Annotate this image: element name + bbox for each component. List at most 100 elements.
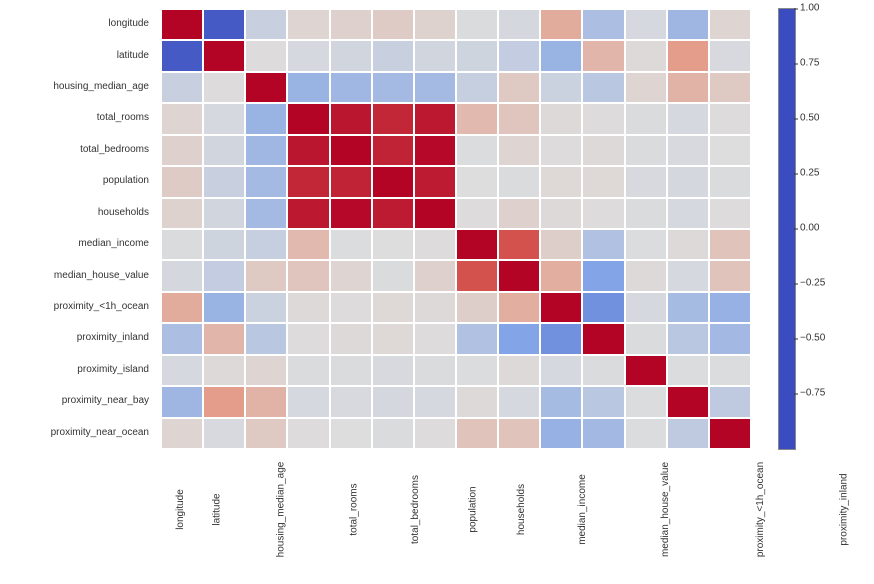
heatmap-cell xyxy=(667,260,709,291)
heatmap-cell xyxy=(161,103,203,134)
heatmap-cell xyxy=(498,9,540,40)
heatmap-cell xyxy=(456,72,498,103)
heatmap-cell xyxy=(709,103,751,134)
heatmap-cell xyxy=(709,72,751,103)
x-tick-label: proximity_<1h_ocean xyxy=(713,450,808,580)
heatmap-cell xyxy=(498,72,540,103)
heatmap-cell xyxy=(414,72,456,103)
heatmap-cell xyxy=(161,198,203,229)
heatmap-cell xyxy=(498,40,540,71)
x-tick-label: longitude xyxy=(160,450,201,580)
heatmap-cell xyxy=(161,260,203,291)
y-tick-label: population xyxy=(0,165,155,196)
heatmap-cell xyxy=(540,292,582,323)
heatmap-cell xyxy=(582,198,624,229)
heatmap-cell xyxy=(667,9,709,40)
heatmap-cell xyxy=(709,198,751,229)
heatmap-cell xyxy=(540,418,582,449)
heatmap-cell xyxy=(582,103,624,134)
heatmap-cell xyxy=(372,355,414,386)
heatmap-cell xyxy=(287,229,329,260)
y-tick-label: median_house_value xyxy=(0,259,155,290)
heatmap-cell xyxy=(456,103,498,134)
heatmap-cell xyxy=(667,198,709,229)
colorbar-gradient xyxy=(778,8,796,450)
heatmap-cell xyxy=(625,198,667,229)
heatmap-cell xyxy=(709,386,751,417)
heatmap-cell xyxy=(582,386,624,417)
x-tick-label: housing_median_age xyxy=(233,450,329,580)
heatmap-cell xyxy=(582,418,624,449)
heatmap-cell xyxy=(540,386,582,417)
colorbar: −0.75−0.50−0.250.000.250.500.751.00 xyxy=(770,8,860,448)
heatmap-cell xyxy=(667,355,709,386)
heatmap-cell xyxy=(203,386,245,417)
heatmap-cell xyxy=(667,40,709,71)
heatmap-cell xyxy=(498,355,540,386)
x-tick-label: total_bedrooms xyxy=(381,450,450,580)
heatmap-cell xyxy=(540,166,582,197)
heatmap-cell xyxy=(330,103,372,134)
heatmap-cell xyxy=(414,229,456,260)
heatmap-cell xyxy=(372,198,414,229)
heatmap-cell xyxy=(456,135,498,166)
heatmap-cell xyxy=(498,135,540,166)
heatmap-cell xyxy=(625,135,667,166)
colorbar-tick-label: 0.50 xyxy=(800,113,819,124)
heatmap-cell xyxy=(540,260,582,291)
heatmap-cell xyxy=(456,198,498,229)
heatmap-cell xyxy=(161,418,203,449)
heatmap-cell xyxy=(709,323,751,354)
heatmap-cell xyxy=(161,292,203,323)
correlation-heatmap: longitudelatitudehousing_median_agetotal… xyxy=(0,0,874,584)
heatmap-cell xyxy=(203,40,245,71)
heatmap-cell xyxy=(625,166,667,197)
colorbar-tick-label: −0.75 xyxy=(800,388,825,399)
heatmap-grid xyxy=(160,8,752,450)
heatmap-cell xyxy=(203,323,245,354)
heatmap-cell xyxy=(456,323,498,354)
heatmap-cell xyxy=(245,260,287,291)
heatmap-cell xyxy=(540,198,582,229)
x-tick-label: median_house_value xyxy=(618,450,713,580)
heatmap-cell xyxy=(456,40,498,71)
x-tick-label: population xyxy=(450,450,496,580)
heatmap-cell xyxy=(245,198,287,229)
heatmap-cell xyxy=(245,292,287,323)
heatmap-cell xyxy=(456,292,498,323)
heatmap-cell xyxy=(372,418,414,449)
heatmap-cell xyxy=(498,198,540,229)
heatmap-cell xyxy=(287,386,329,417)
x-tick-label: households xyxy=(496,450,547,580)
heatmap-cell xyxy=(498,418,540,449)
heatmap-cell xyxy=(667,72,709,103)
heatmap-cell xyxy=(330,355,372,386)
heatmap-cell xyxy=(245,386,287,417)
heatmap-cell xyxy=(709,229,751,260)
heatmap-cell xyxy=(625,40,667,71)
heatmap-cell xyxy=(203,260,245,291)
heatmap-cell xyxy=(456,166,498,197)
heatmap-cell xyxy=(456,229,498,260)
heatmap-cell xyxy=(203,229,245,260)
heatmap-cell xyxy=(245,40,287,71)
heatmap-cell xyxy=(498,323,540,354)
heatmap-cell xyxy=(245,418,287,449)
heatmap-cell xyxy=(372,9,414,40)
heatmap-cell xyxy=(582,323,624,354)
heatmap-cell xyxy=(709,40,751,71)
heatmap-cell xyxy=(287,103,329,134)
heatmap-cell xyxy=(203,418,245,449)
heatmap-cell xyxy=(498,229,540,260)
heatmap-cell xyxy=(582,292,624,323)
heatmap-cell xyxy=(709,292,751,323)
heatmap-cell xyxy=(203,198,245,229)
heatmap-cell xyxy=(540,103,582,134)
colorbar-ticks: −0.75−0.50−0.250.000.250.500.751.00 xyxy=(800,8,855,448)
heatmap-cell xyxy=(330,9,372,40)
heatmap-cell xyxy=(625,323,667,354)
y-tick-label: longitude xyxy=(0,8,155,39)
heatmap-cell xyxy=(161,72,203,103)
heatmap-cell xyxy=(203,355,245,386)
heatmap-cell xyxy=(161,166,203,197)
